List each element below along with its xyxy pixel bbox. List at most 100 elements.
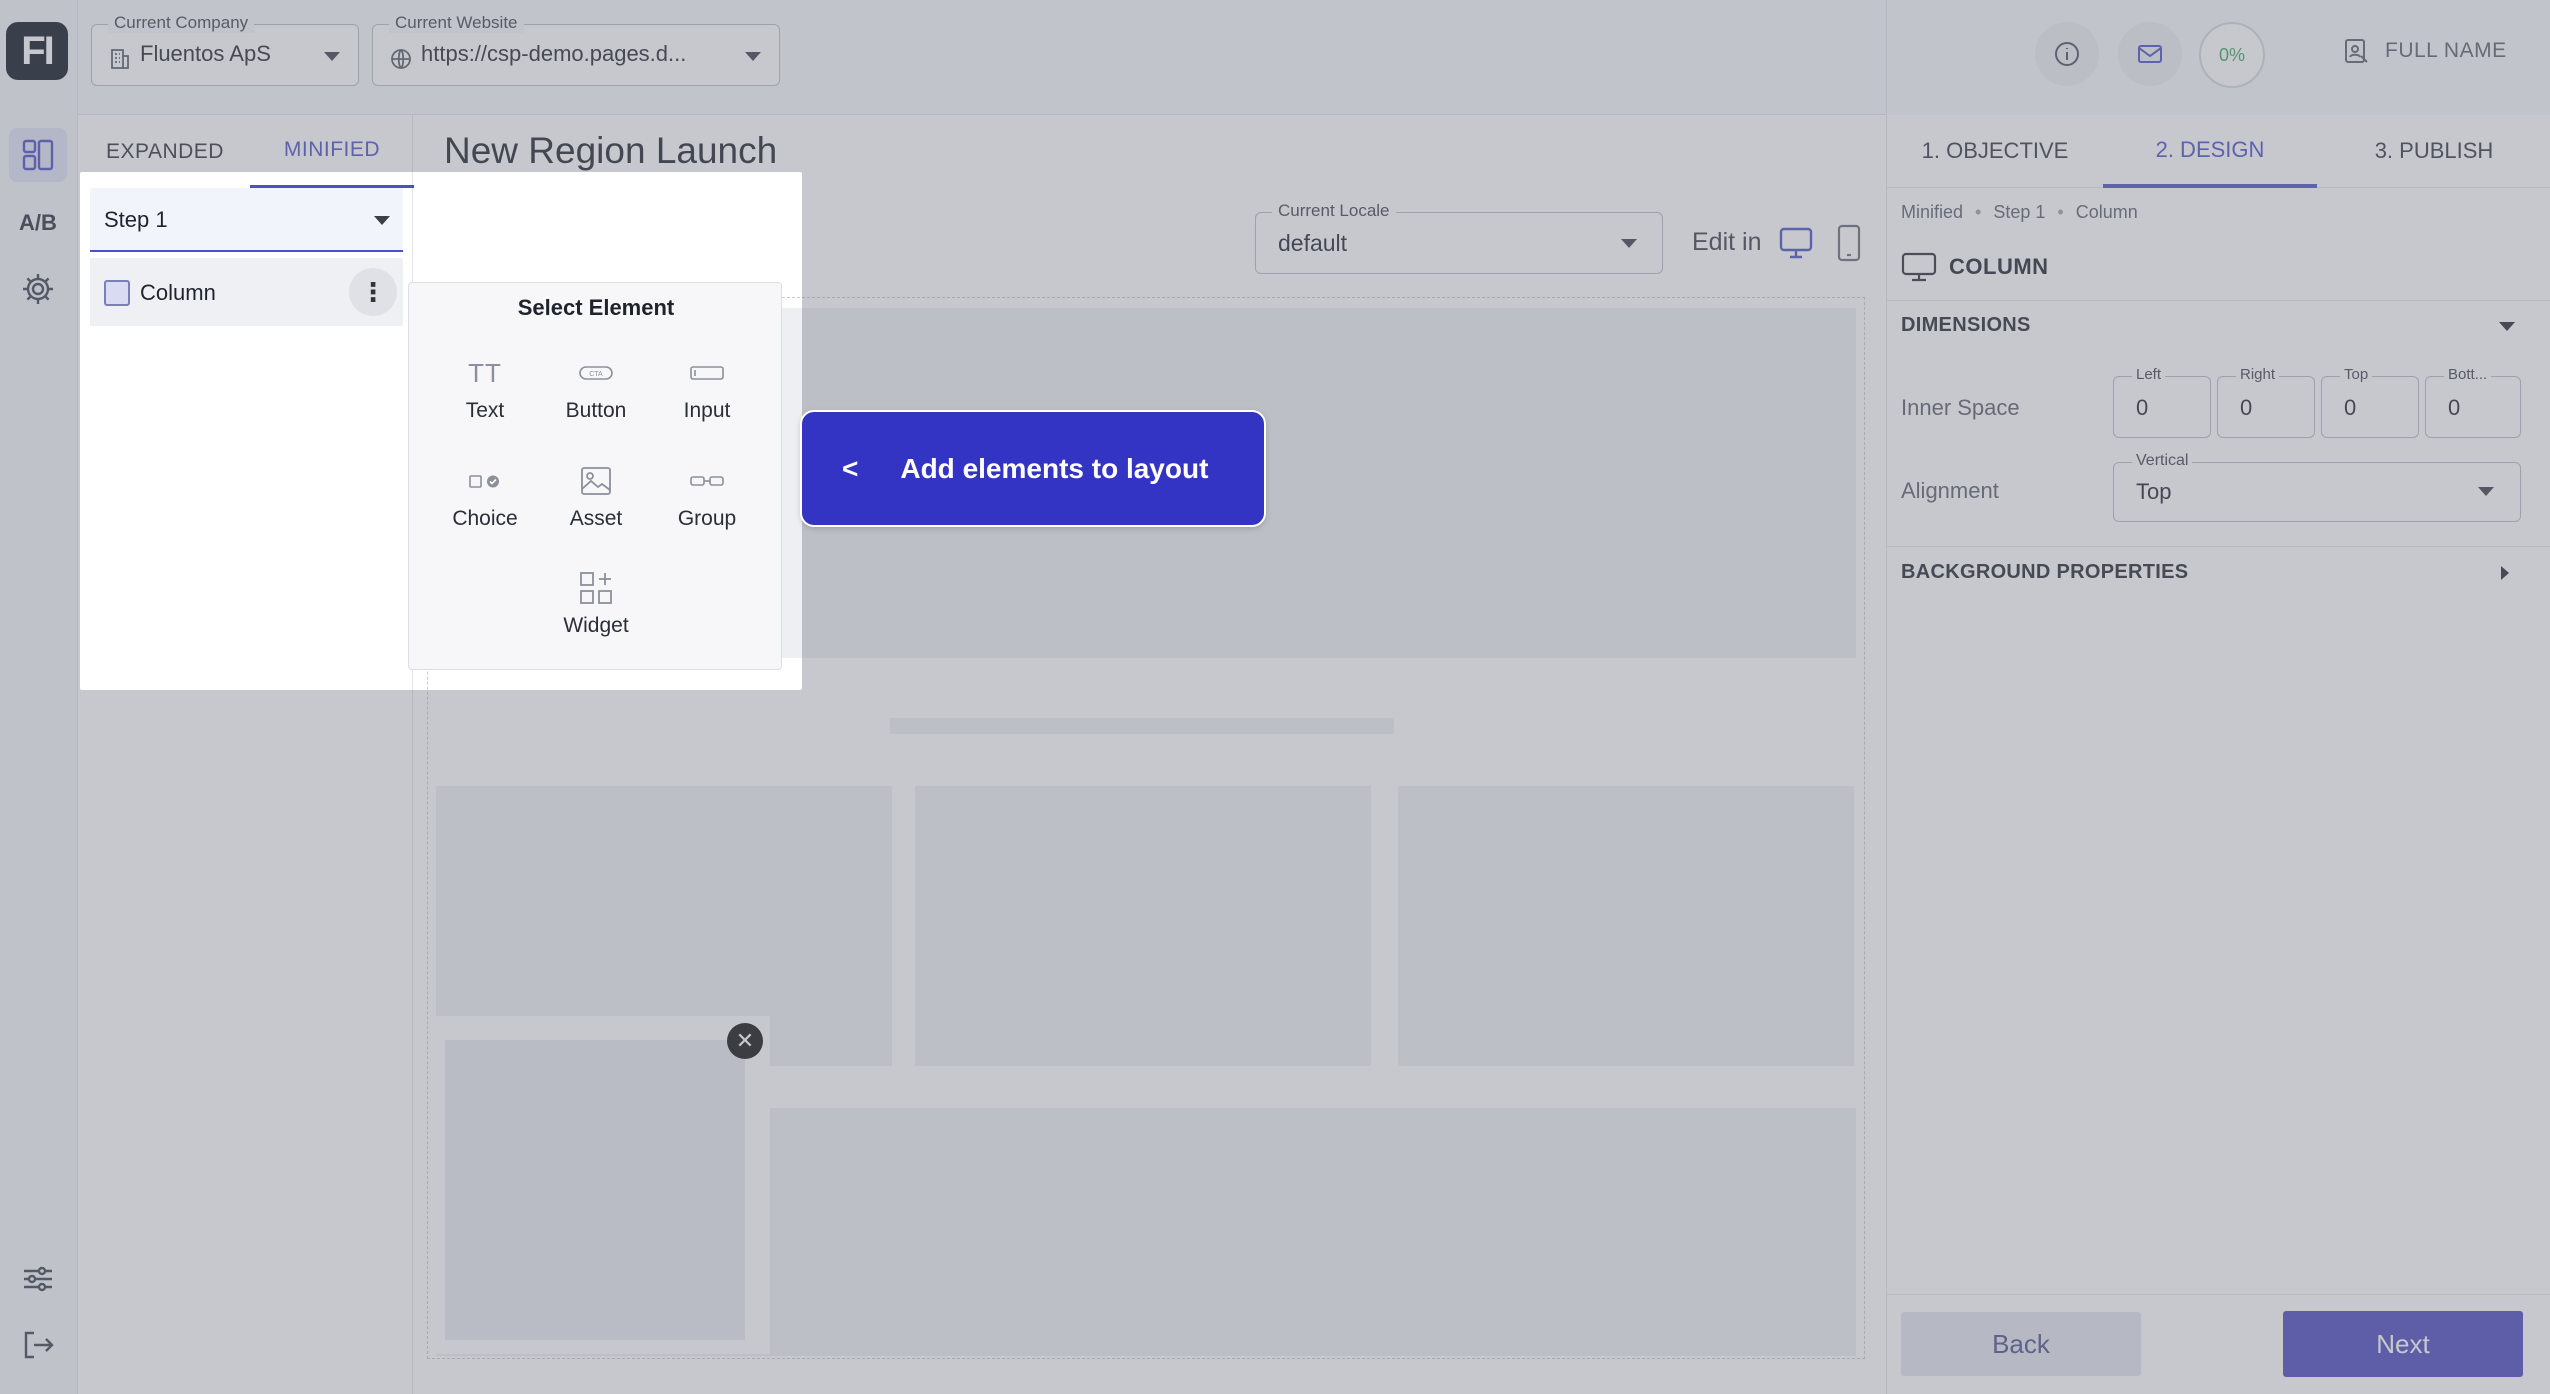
inner-space-label: Inner Space — [1901, 395, 2020, 420]
select-element-menu: Select Element TT Text CTA Button Input … — [408, 282, 782, 670]
placeholder-card — [1398, 786, 1854, 1066]
placeholder-card — [915, 786, 1371, 1066]
inner-space-bottom-field[interactable]: Bott... 0 — [2425, 366, 2521, 438]
element-title: COLUMN — [1949, 254, 2049, 279]
input-icon — [690, 366, 724, 380]
page-title: New Region Launch — [444, 130, 778, 171]
hint-arrow: < — [842, 452, 859, 484]
inner-space-right-field[interactable]: Right 0 — [2217, 366, 2315, 438]
text-icon: TT — [468, 357, 502, 388]
sliders-icon — [24, 1266, 52, 1292]
breadcrumb-separator: • — [1975, 202, 1982, 222]
tab-minified[interactable]: MINIFIED — [250, 115, 414, 188]
element-option-label: Asset — [569, 507, 623, 530]
user-menu[interactable]: FULL NAME — [2341, 36, 2507, 66]
popup-preview-card[interactable] — [431, 1016, 770, 1354]
divider — [1887, 546, 2550, 547]
hint-text: Add elements to layout — [900, 452, 1209, 484]
layer-item-column[interactable]: Column ⋮ — [90, 258, 403, 326]
element-option-group[interactable]: Group — [652, 461, 762, 551]
rail-settings-button[interactable] — [9, 262, 67, 316]
tab-publish[interactable]: 3. PUBLISH — [2317, 115, 2550, 188]
element-option-choice[interactable]: Choice — [430, 461, 540, 551]
gear-icon — [23, 274, 53, 304]
element-option-text[interactable]: TT Text — [430, 353, 540, 443]
rail-layout-button[interactable] — [9, 128, 67, 182]
rail-ab-test-button[interactable]: A/B — [9, 196, 67, 250]
divider — [1887, 300, 2550, 301]
mobile-icon[interactable] — [1836, 224, 1862, 262]
progress-indicator: 0% — [2199, 22, 2265, 88]
close-icon[interactable]: ✕ — [727, 1023, 763, 1059]
chevron-right-icon[interactable] — [2501, 566, 2509, 580]
more-options-icon[interactable]: ⋮ — [349, 268, 397, 316]
element-option-asset[interactable]: Asset — [541, 461, 651, 551]
placeholder-line — [890, 718, 1394, 734]
logout-icon — [24, 1331, 54, 1359]
locale-select[interactable]: Current Locale default — [1255, 201, 1663, 274]
company-select[interactable]: Current Company Fluentos ApS — [91, 13, 359, 86]
desktop-icon[interactable] — [1778, 226, 1814, 260]
mail-button[interactable] — [2118, 22, 2182, 86]
inner-space-left-field[interactable]: Left 0 — [2113, 366, 2211, 438]
element-option-input[interactable]: Input — [652, 353, 762, 443]
layer-item-label: Column — [140, 280, 216, 305]
desktop-icon — [1901, 252, 1937, 282]
tour-hint[interactable]: < Add elements to layout — [800, 410, 1266, 527]
background-properties-header[interactable]: BACKGROUND PROPERTIES — [1901, 561, 2188, 584]
tab-expanded[interactable]: EXPANDED — [80, 115, 250, 188]
chevron-down-icon — [1621, 239, 1637, 248]
properties-header: 0% FULL NAME — [1887, 0, 2550, 115]
image-icon — [581, 467, 611, 495]
field-label: Vertical — [2132, 452, 2193, 470]
element-option-label: Group — [677, 507, 737, 530]
globe-icon — [391, 49, 411, 69]
edit-in-label: Edit in — [1692, 228, 1762, 256]
chevron-down-icon — [745, 52, 761, 61]
alignment-label: Alignment — [1901, 478, 1999, 503]
company-value: Fluentos ApS — [140, 41, 271, 66]
next-button[interactable]: Next — [2283, 1311, 2523, 1377]
divider — [1887, 1294, 2550, 1295]
inner-space-top-field[interactable]: Top 0 — [2321, 366, 2419, 438]
column-swatch-icon — [104, 280, 130, 306]
tab-design[interactable]: 2. DESIGN — [2103, 115, 2317, 188]
app-logo: FI — [6, 22, 68, 80]
info-button[interactable] — [2035, 22, 2099, 86]
field-label: Right — [2236, 366, 2280, 383]
breadcrumb-item: Column — [2075, 202, 2138, 222]
breadcrumb-item[interactable]: Step 1 — [1993, 202, 2045, 223]
tab-objective[interactable]: 1. OBJECTIVE — [1887, 115, 2103, 188]
chevron-down-icon — [2478, 487, 2494, 496]
group-icon — [690, 476, 724, 486]
breadcrumb: Minified • Step 1 • Column — [1901, 202, 2138, 223]
field-value: 0 — [2136, 395, 2149, 420]
website-label: Current Website — [389, 13, 524, 33]
field-label: Bott... — [2444, 366, 2492, 383]
choice-icon — [469, 475, 499, 488]
field-value: 0 — [2240, 395, 2253, 420]
info-icon — [2055, 42, 2079, 66]
popup-preview-content — [445, 1040, 745, 1340]
field-label: Left — [2132, 366, 2166, 383]
breadcrumb-item[interactable]: Minified — [1901, 202, 1963, 223]
back-button[interactable]: Back — [1901, 1312, 2141, 1376]
select-element-title: Select Element — [517, 295, 675, 320]
element-option-label: Button — [565, 399, 627, 422]
element-heading: COLUMN — [1901, 252, 2049, 282]
rail-sliders-button[interactable] — [9, 1252, 67, 1306]
company-label: Current Company — [108, 13, 255, 33]
vertical-alignment-select[interactable]: Vertical Top — [2113, 452, 2521, 522]
step-select[interactable]: Step 1 — [90, 188, 403, 252]
chevron-down-icon[interactable] — [2499, 322, 2515, 331]
element-option-button[interactable]: CTA Button — [541, 353, 651, 443]
field-value: 0 — [2344, 395, 2357, 420]
mail-icon — [2138, 45, 2162, 63]
element-option-widget[interactable]: Widget — [541, 568, 651, 658]
top-bar: Current Company Fluentos ApS Current Web… — [78, 0, 1886, 115]
rail-logout-button[interactable] — [9, 1318, 67, 1372]
user-badge-icon — [2345, 39, 2368, 63]
dimensions-header[interactable]: DIMENSIONS — [1901, 314, 2031, 337]
website-select[interactable]: Current Website https://csp-demo.pages.d… — [372, 13, 780, 86]
building-icon — [111, 49, 129, 69]
